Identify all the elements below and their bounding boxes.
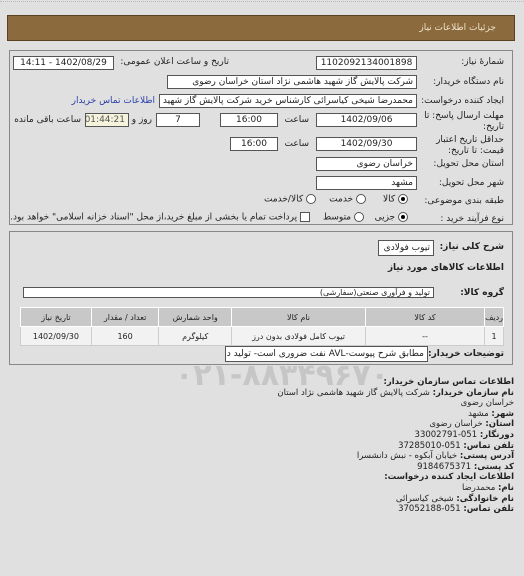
group-label: گروه کالا: <box>460 288 504 298</box>
cell-row: 1 <box>484 326 504 346</box>
summary-field[interactable]: تیوب فولادی <box>378 240 434 256</box>
group-field[interactable]: تولید و فرآوری صنعتی(سفارشی) <box>23 287 434 298</box>
cell-code: -- <box>365 326 486 346</box>
contact-phone: تلفن تماس: 051-37285010 <box>398 440 514 451</box>
province-label: استان محل تحویل: <box>433 159 504 169</box>
radio-goods[interactable] <box>398 194 408 204</box>
table-row[interactable]: 1 -- تیوب کامل فولادی بدون درز کیلوگرم 1… <box>20 326 504 346</box>
validity-time-label: ساعت <box>284 139 310 149</box>
reply-date-field[interactable]: 1402/09/06 <box>316 113 417 127</box>
col-code: کد کالا <box>365 307 486 327</box>
goods-table: ردیف کد کالا نام کالا واحد شمارش تعداد /… <box>20 307 504 346</box>
category-label: طبقه بندی موضوعی: <box>424 196 504 206</box>
col-date: تاریخ نیاز <box>20 307 92 327</box>
city-label: شهر محل تحویل: <box>438 178 504 188</box>
buyer-label: نام دستگاه خریدار: <box>433 77 504 87</box>
category-option-goods-service[interactable]: کالا/خدمت <box>264 194 316 205</box>
need-number-field[interactable]: 1102092134001898 <box>316 56 417 70</box>
announce-label: تاریخ و ساعت اعلان عمومی: <box>120 57 229 67</box>
process-option-medium[interactable]: متوسط <box>323 212 364 223</box>
summary-label: شرح کلی نیاز: <box>439 242 504 252</box>
col-row: ردیف <box>484 307 504 327</box>
announce-datetime-field[interactable]: 1402/08/29 - 14:11 <box>13 56 114 70</box>
validity-date-field[interactable]: 1402/09/30 <box>316 137 417 151</box>
reply-time-field[interactable]: 16:00 <box>220 113 278 127</box>
creator-label: ایجاد کننده درخواست: <box>421 96 504 106</box>
goods-panel: شرح کلی نیاز: تیوب فولادی اطلاعات کالاها… <box>9 231 513 365</box>
contact-address: آدرس پستی: خیابان آبکوه - نبش دانشسرا <box>356 451 514 462</box>
cell-qty: 160 <box>90 326 160 346</box>
radio-goods-service[interactable] <box>306 194 316 204</box>
creator-family: نام خانوادگی: شیخی کیاسرائی <box>395 493 514 504</box>
process-option-minor[interactable]: جزیی <box>375 212 408 223</box>
cell-unit: کیلوگرم <box>158 326 232 346</box>
page-title: جزئیات اطلاعات نیاز <box>419 23 496 33</box>
creator-name: نام: محمدرضا <box>461 482 514 493</box>
radio-goods-service-label: کالا/خدمت <box>263 194 304 205</box>
days-field[interactable]: 7 <box>156 113 200 127</box>
radio-minor[interactable] <box>398 212 408 222</box>
buyer-field[interactable]: شرکت پالایش گاز شهید هاشمی نژاد استان خر… <box>167 75 417 89</box>
validity-time-field[interactable]: 16:00 <box>230 137 278 151</box>
notes-label: توضیحات خریدار: <box>428 349 504 359</box>
need-number-label: شمارهٔ نیاز: <box>461 57 504 67</box>
creator-field[interactable]: محمدرضا شیخی کیاسرائی کارشناس خرید شرکت … <box>159 94 417 108</box>
cell-date: 1402/09/30 <box>20 326 92 346</box>
cell-name: تیوب کامل فولادی بدون درز <box>230 326 367 346</box>
payment-checkbox[interactable] <box>300 212 310 222</box>
process-label: نوع فرآیند خرید : <box>440 214 504 224</box>
need-details-panel: شمارهٔ نیاز: 1102092134001898 تاریخ و سا… <box>9 50 513 225</box>
radio-service-label: خدمت <box>329 194 354 205</box>
reply-deadline-label: مهلت ارسال پاسخ: تا تاریخ: <box>424 111 504 132</box>
contact-postal: کد پستی: 9184675371 <box>417 461 514 472</box>
page-header: جزئیات اطلاعات نیاز <box>7 15 515 41</box>
col-name: نام کالا <box>230 307 367 327</box>
radio-minor-label: جزیی <box>374 212 396 223</box>
city-field[interactable]: مشهد <box>316 176 417 190</box>
buyer-contact-link[interactable]: اطلاعات تماس خریدار <box>72 96 155 106</box>
contact-city: شهر: مشهد <box>468 408 514 419</box>
days-label: روز و <box>131 115 152 125</box>
payment-checkbox-label: پرداخت تمام یا بخشی از مبلغ خرید،از محل … <box>10 212 298 223</box>
col-qty: تعداد / مقدار <box>90 307 160 327</box>
goods-table-header: ردیف کد کالا نام کالا واحد شمارش تعداد /… <box>20 307 504 327</box>
contact-org: نام سازمان خریدار: شرکت پالایش گاز شهید … <box>277 387 514 409</box>
goods-section-title: اطلاعات کالاهای مورد نیاز <box>387 263 504 273</box>
payment-option[interactable]: پرداخت تمام یا بخشی از مبلغ خرید،از محل … <box>10 212 310 223</box>
top-divider <box>0 0 524 2</box>
category-option-service[interactable]: خدمت <box>329 194 366 205</box>
contact-province: استان: خراسان رضوی <box>429 419 514 430</box>
contact-fax: دورنگار: 051-33002791 <box>414 429 514 440</box>
category-option-goods[interactable]: کالا <box>383 194 408 205</box>
creator-phone: تلفن تماس: 051-37052188 <box>398 504 514 515</box>
radio-service[interactable] <box>356 194 366 204</box>
validity-label: حداقل تاریخ اعتبار قیمت: تا تاریخ: <box>436 135 504 156</box>
reply-time-label: ساعت <box>284 115 310 125</box>
radio-goods-label: کالا <box>382 194 396 205</box>
notes-field[interactable]: مطابق شرح پیوست-AVL نفت ضروری است- تولید… <box>225 346 428 362</box>
contact-title: اطلاعات تماس سازمان خریدار: <box>383 377 514 387</box>
province-field[interactable]: خراسان رضوی <box>316 157 417 171</box>
remaining-label: ساعت باقی مانده <box>14 115 81 125</box>
radio-medium-label: متوسط <box>322 212 352 223</box>
buyer-contact-info: اطلاعات تماس سازمان خریدار: نام سازمان خ… <box>254 377 514 515</box>
remaining-time-field: 01:44:21 <box>85 113 129 127</box>
radio-medium[interactable] <box>354 212 364 222</box>
creator-info-title: اطلاعات ایجاد کننده درخواست: <box>384 472 514 483</box>
col-unit: واحد شمارش <box>158 307 232 327</box>
